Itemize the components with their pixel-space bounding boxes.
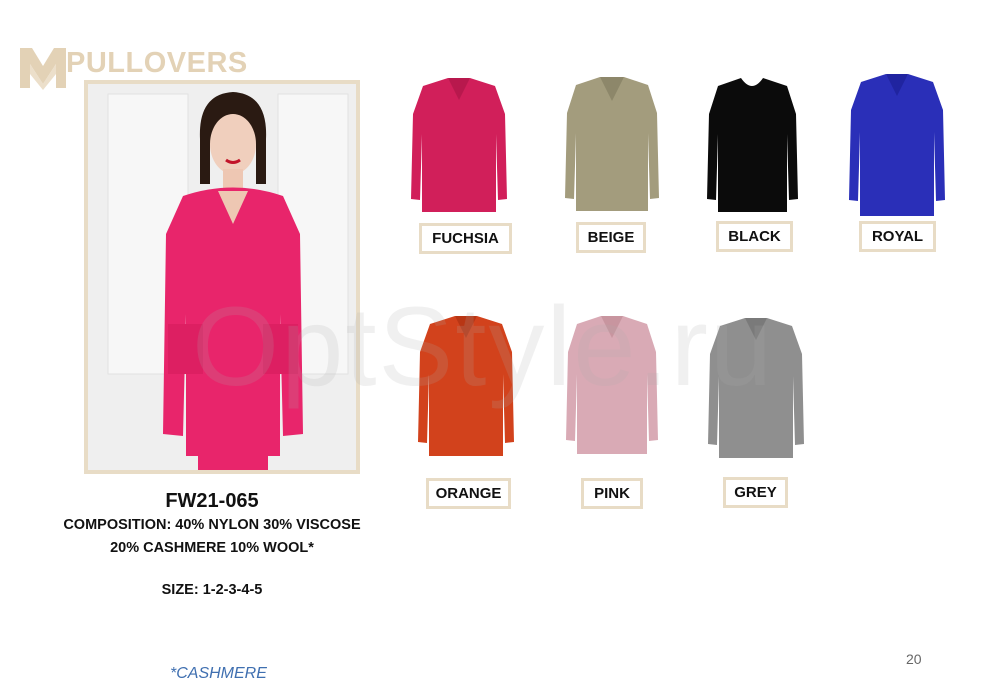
fuchsia-swatch: [411, 78, 507, 212]
cashmere-footnote: *CASHMERE: [170, 665, 267, 682]
size-info: SIZE: 1-2-3-4-5: [161, 582, 263, 598]
color-label-grey: GREY: [723, 477, 788, 508]
color-label-fuchsia: FUCHSIA: [419, 223, 512, 254]
color-label-royal: ROYAL: [859, 221, 936, 252]
composition-line-1: COMPOSITION: 40% NYLON 30% VISCOSE: [63, 517, 361, 533]
page-title: PULLOVERS: [66, 47, 248, 79]
color-label-black: BLACK: [716, 221, 793, 252]
page-number: 20: [906, 651, 922, 667]
color-label-beige: BEIGE: [576, 222, 646, 253]
watermark-text: OptStyle.ru: [192, 284, 775, 409]
color-label-orange: ORANGE: [426, 478, 511, 509]
color-label-pink: PINK: [581, 478, 643, 509]
beige-swatch: [565, 77, 659, 211]
model-photo: [84, 80, 360, 474]
black-swatch: [707, 78, 798, 212]
composition-line-2: 20% CASHMERE 10% WOOL*: [110, 540, 314, 556]
product-code: FW21-065: [165, 490, 259, 512]
royal-swatch: [849, 74, 945, 216]
brand-logo-icon: [20, 48, 66, 90]
